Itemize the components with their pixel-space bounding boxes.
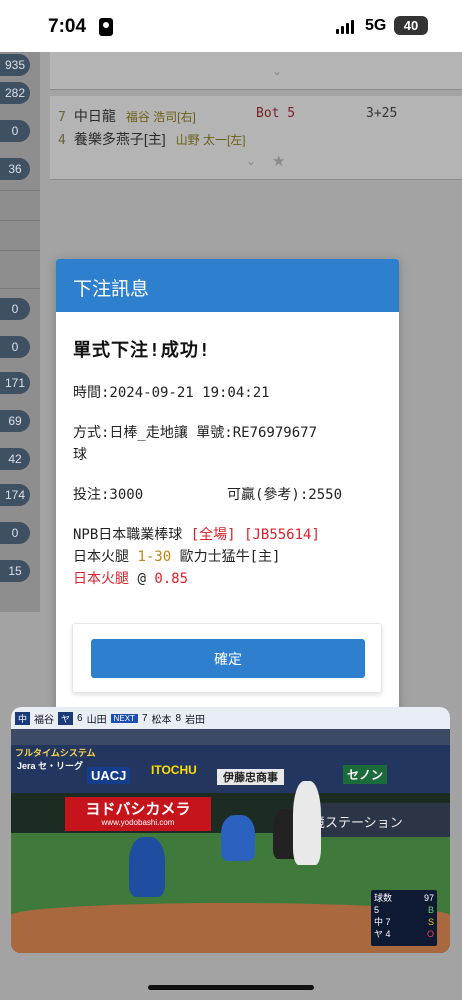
at-symbol: @ [137, 571, 146, 587]
yodobashi-sign: ヨドバシカメラ www.yodobashi.com [65, 797, 211, 831]
home-indicator[interactable] [148, 985, 314, 990]
count-badge[interactable]: 0 [0, 298, 30, 320]
count-badge[interactable]: 282 [0, 82, 30, 104]
status-time: 7:04 [48, 16, 87, 37]
count-badge[interactable]: 171 [0, 372, 30, 394]
score-label: 3+25 [366, 106, 398, 121]
handicap: 1-30 [137, 549, 172, 565]
match-row-home: 4 養樂多燕子[主] 山野 太一[左] [58, 131, 246, 148]
count-badge[interactable]: 0 [0, 522, 30, 544]
confirm-panel: 確定 [72, 623, 382, 693]
live-video-player[interactable]: 中 福谷 ヤ 6 山田 NEXT 7 松本 8 岩田 フルタイムシステム Jera セ… [11, 707, 450, 953]
odds: 0.85 [154, 571, 189, 587]
signal-icon [336, 20, 354, 34]
bet-amounts: 投注:3000 可贏(參考):2550 [73, 484, 382, 506]
home-team: 日本火腿 [73, 549, 129, 565]
count-badge[interactable]: 42 [0, 448, 30, 470]
league-name: NPB日本職業棒球 [73, 527, 183, 543]
away-team: 歐力士猛牛[主] [179, 549, 281, 565]
chevron-down-icon[interactable]: ⌄ [272, 64, 282, 78]
bet-message-dialog: 下注訊息 單式下注!成功! 時間:2024-09-21 19:04:21 方式:… [56, 259, 399, 709]
bet-success-title: 單式下注!成功! [73, 340, 211, 361]
dialog-title: 下注訊息 [56, 259, 399, 312]
network-label: 5G [365, 17, 387, 34]
left-count-column: 935 282 0 36 0 0 171 69 42 174 0 15 [0, 52, 40, 612]
count-badge[interactable]: 36 [0, 158, 30, 180]
game-scoreboard: 球数 97 5B 中 7S ヤ 4O [371, 890, 437, 946]
count-badge[interactable]: 15 [0, 560, 30, 582]
catcher-figure [221, 815, 255, 861]
potential-win: 可贏(參考):2550 [227, 487, 343, 503]
count-badge[interactable]: 935 [0, 54, 30, 76]
outfield-fence: フルタイムシステム Jera セ・リーグ UACJ ITOCHU 伊藤忠商事 セ… [11, 745, 450, 793]
id-card-icon [99, 18, 113, 36]
pick-team: 日本火腿 [73, 571, 129, 587]
count-badge[interactable]: 174 [0, 484, 30, 506]
stake-amount: 投注:3000 [73, 487, 144, 503]
bet-method: 方式:日棒_走地讓 單號:RE76979677 [73, 425, 318, 441]
inning-label: Bot 5 [256, 106, 296, 121]
bet-pick-line: 日本火腿 @ 0.85 [73, 568, 382, 590]
match-card[interactable]: 7 中日龍 福谷 浩司[右] Bot 5 3+25 4 養樂多燕子[主] 山野 太一[左… [50, 96, 462, 180]
count-badge[interactable]: 0 [0, 336, 30, 358]
count-badge[interactable]: 0 [0, 120, 30, 142]
status-bar: 7:04 5G 40 [0, 0, 462, 52]
bet-teams-line: 日本火腿 1-30 歐力士猛牛[主] [73, 546, 382, 568]
video-batting-order-bar: 中 福谷 ヤ 6 山田 NEXT 7 松本 8 岩田 [11, 707, 450, 729]
batter-figure [293, 781, 321, 865]
bet-time: 時間:2024-09-21 19:04:21 [73, 385, 270, 401]
pitcher-figure [129, 837, 165, 897]
confirm-button[interactable]: 確定 [91, 639, 365, 678]
battery-icon: 40 [394, 16, 428, 35]
bet-method-wrap: 球 [73, 447, 87, 463]
chevron-down-icon[interactable]: ⌄ [246, 154, 256, 168]
favorite-star-icon[interactable]: ★ [272, 152, 285, 170]
dialog-body: 單式下注!成功! 時間:2024-09-21 19:04:21 方式:日棒_走地… [56, 336, 399, 590]
bet-scope: [全場] [190, 527, 236, 543]
game-code: [JB55614] [244, 527, 320, 543]
bet-league-line: NPB日本職業棒球 [全場] [JB55614] [73, 524, 382, 546]
match-card-previous[interactable]: ⌄ [50, 52, 462, 90]
count-badge[interactable]: 69 [0, 410, 30, 432]
wall-sign: 境ステーション [306, 803, 450, 837]
match-row-away: 7 中日龍 福谷 浩司[右] [58, 108, 196, 125]
